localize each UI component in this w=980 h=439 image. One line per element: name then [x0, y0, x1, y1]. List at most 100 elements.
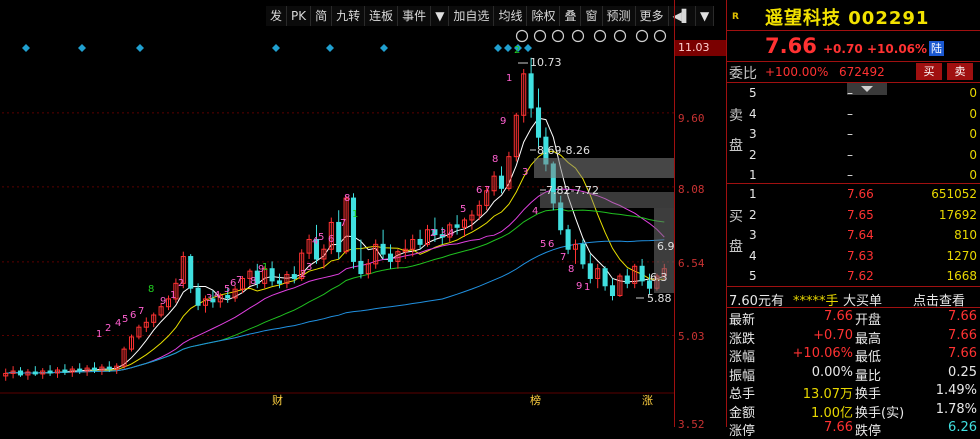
buy-row[interactable]: 1 7.66 651052 [727, 184, 980, 204]
candle-body [454, 224, 460, 228]
eye-icon[interactable] [515, 29, 529, 43]
toolbar-button[interactable]: 均线 [494, 6, 528, 26]
stat-value: 7.66 [824, 420, 853, 435]
sequence-label: 4 [115, 318, 121, 329]
candle-body [276, 280, 283, 284]
candle-body [106, 366, 112, 370]
candle-body [580, 243, 586, 265]
buy-row[interactable]: 4 7.63 1270 [727, 246, 980, 266]
toolbar-button[interactable]: 简 [311, 6, 333, 26]
sequence-label: 8 [492, 154, 498, 165]
buy-row[interactable]: 5 7.62 1668 [727, 266, 980, 286]
buy-level: 4 [749, 248, 757, 263]
axis-tick: 5.03 [678, 330, 705, 343]
stock-price: 7.66 [765, 34, 817, 58]
candle-body [587, 263, 593, 279]
sell-button[interactable]: 卖 [947, 63, 973, 80]
zoom-in-icon[interactable] [533, 29, 547, 43]
axis-tick: 9.60 [678, 112, 705, 125]
buy-volume: 651052 [931, 187, 977, 201]
axis-tick: 8.08 [678, 183, 705, 196]
scissors-icon[interactable] [593, 29, 607, 43]
sequence-label: 4 [532, 206, 538, 217]
toolbar-button[interactable]: 发 [266, 6, 288, 26]
axis-tick: 3.52 [678, 418, 705, 431]
stat-row: 涨停 7.66 跌停 6.26 [727, 419, 980, 439]
sell-price: – [847, 168, 853, 182]
toolbar-button[interactable]: PK [287, 6, 312, 26]
sequence-label: 3 [306, 262, 312, 273]
event-marker: 榜 [530, 393, 541, 407]
sell-row[interactable]: 3 – 0 [727, 124, 980, 144]
stat-row: 涨幅 +10.06% 最低 7.66 [727, 345, 980, 365]
sell-price: – [847, 86, 853, 100]
toolbar-button[interactable]: 更多 [636, 6, 669, 26]
stat-label: 开盘 [855, 313, 882, 328]
sell-volume: 0 [969, 106, 977, 121]
stat-row: 最新 7.66 开盘 7.66 [727, 308, 980, 328]
sell-side-label: 卖盘 [729, 108, 743, 154]
toolbar-button[interactable]: ▼ [431, 6, 450, 26]
buy-price: 7.66 [847, 187, 874, 201]
toolbar-button[interactable]: 窗 [581, 6, 603, 26]
toolbar-button[interactable]: 加自选 [449, 6, 495, 26]
stock-title: 遥望科技 002291 [765, 4, 929, 30]
sequence-label: 8 [250, 276, 256, 287]
buy-button[interactable]: 买 [916, 63, 942, 80]
big-order-row[interactable]: 7.60元有 *****手 大买单 点击查看 [727, 287, 980, 309]
toolbar-button[interactable]: 预测 [603, 6, 636, 26]
sequence-label: 6 [328, 234, 334, 245]
toolbar-button[interactable]: 连板 [365, 6, 399, 26]
stat-label: 最高 [855, 331, 882, 347]
toolbar-button[interactable]: 九转 [332, 6, 366, 26]
buy-volume: 810 [954, 228, 977, 242]
sell-row[interactable]: 2 – 0 [727, 145, 980, 165]
sequence-label: 4 [214, 290, 220, 301]
pen-icon[interactable] [613, 29, 627, 43]
toolbar-button[interactable]: 事件 [398, 6, 432, 26]
candle-body [387, 253, 394, 262]
buy-price: 7.63 [847, 248, 874, 263]
stat-label: 振幅 [729, 368, 756, 384]
stat-label: 跌停 [855, 424, 882, 439]
plus-icon[interactable] [635, 29, 649, 43]
kline-chart[interactable]: 10.738.69-8.267.82-7.726.96.35.8812 4 5 6 78… [0, 0, 726, 427]
sell-volume: 0 [969, 168, 977, 182]
stat-label: 量比 [855, 368, 882, 384]
sell-row[interactable]: 5 – 0 [727, 83, 980, 103]
resistance-zone [534, 158, 674, 178]
stat-label: 涨跌 [729, 331, 756, 347]
buy-row[interactable]: 2 7.65 17692 [727, 205, 980, 225]
toolbar-button[interactable]: 叠 [560, 6, 582, 26]
refresh-icon[interactable] [551, 29, 565, 43]
sequence-label: 2 [178, 278, 184, 289]
sell-row[interactable]: 1 – 0 [727, 165, 980, 185]
signal-diamond-icon [78, 44, 86, 52]
play-icon[interactable] [571, 29, 585, 43]
sequence-label: 5 [460, 204, 466, 215]
stat-label: 最新 [729, 313, 756, 328]
sequence-label: 4 [448, 228, 454, 239]
sequence-label: 8 [148, 284, 154, 295]
buy-row[interactable]: 3 7.64 810 [727, 225, 980, 245]
buy-level: 3 [749, 228, 757, 242]
r-tag: R [732, 12, 739, 22]
minus-icon[interactable] [653, 29, 667, 43]
signal-diamond-icon [494, 44, 502, 52]
stat-value: 6.26 [948, 420, 977, 435]
ma30-line [5, 208, 665, 374]
buy-level: 2 [749, 207, 757, 222]
sell-level: 1 [749, 168, 757, 182]
kline-chart-area[interactable]: 10.73 8.69-8.26 7.82-7.72 6.9 6.3 5.88 1 2 4 5 6 7 8… [0, 0, 728, 431]
high-label: 10.73 [530, 56, 562, 69]
hk-connect-tag[interactable]: 陆 [929, 41, 944, 56]
stat-value: 7.66 [948, 327, 977, 343]
sequence-label: 9 [576, 281, 582, 292]
stat-value: 7.66 [824, 309, 853, 324]
toolbar-button[interactable]: 除权 [527, 6, 561, 26]
stat-label: 换手 [855, 387, 882, 402]
chart-toolbar: 发 PK 简九转 连板 事件 ▼ 加自选 均线 除权叠窗预测 更多 ◀▌ ▼ [266, 6, 715, 26]
sequence-label: 7 [340, 218, 346, 229]
sell-price: – [847, 106, 853, 121]
sell-row[interactable]: 4 – 0 [727, 104, 980, 124]
